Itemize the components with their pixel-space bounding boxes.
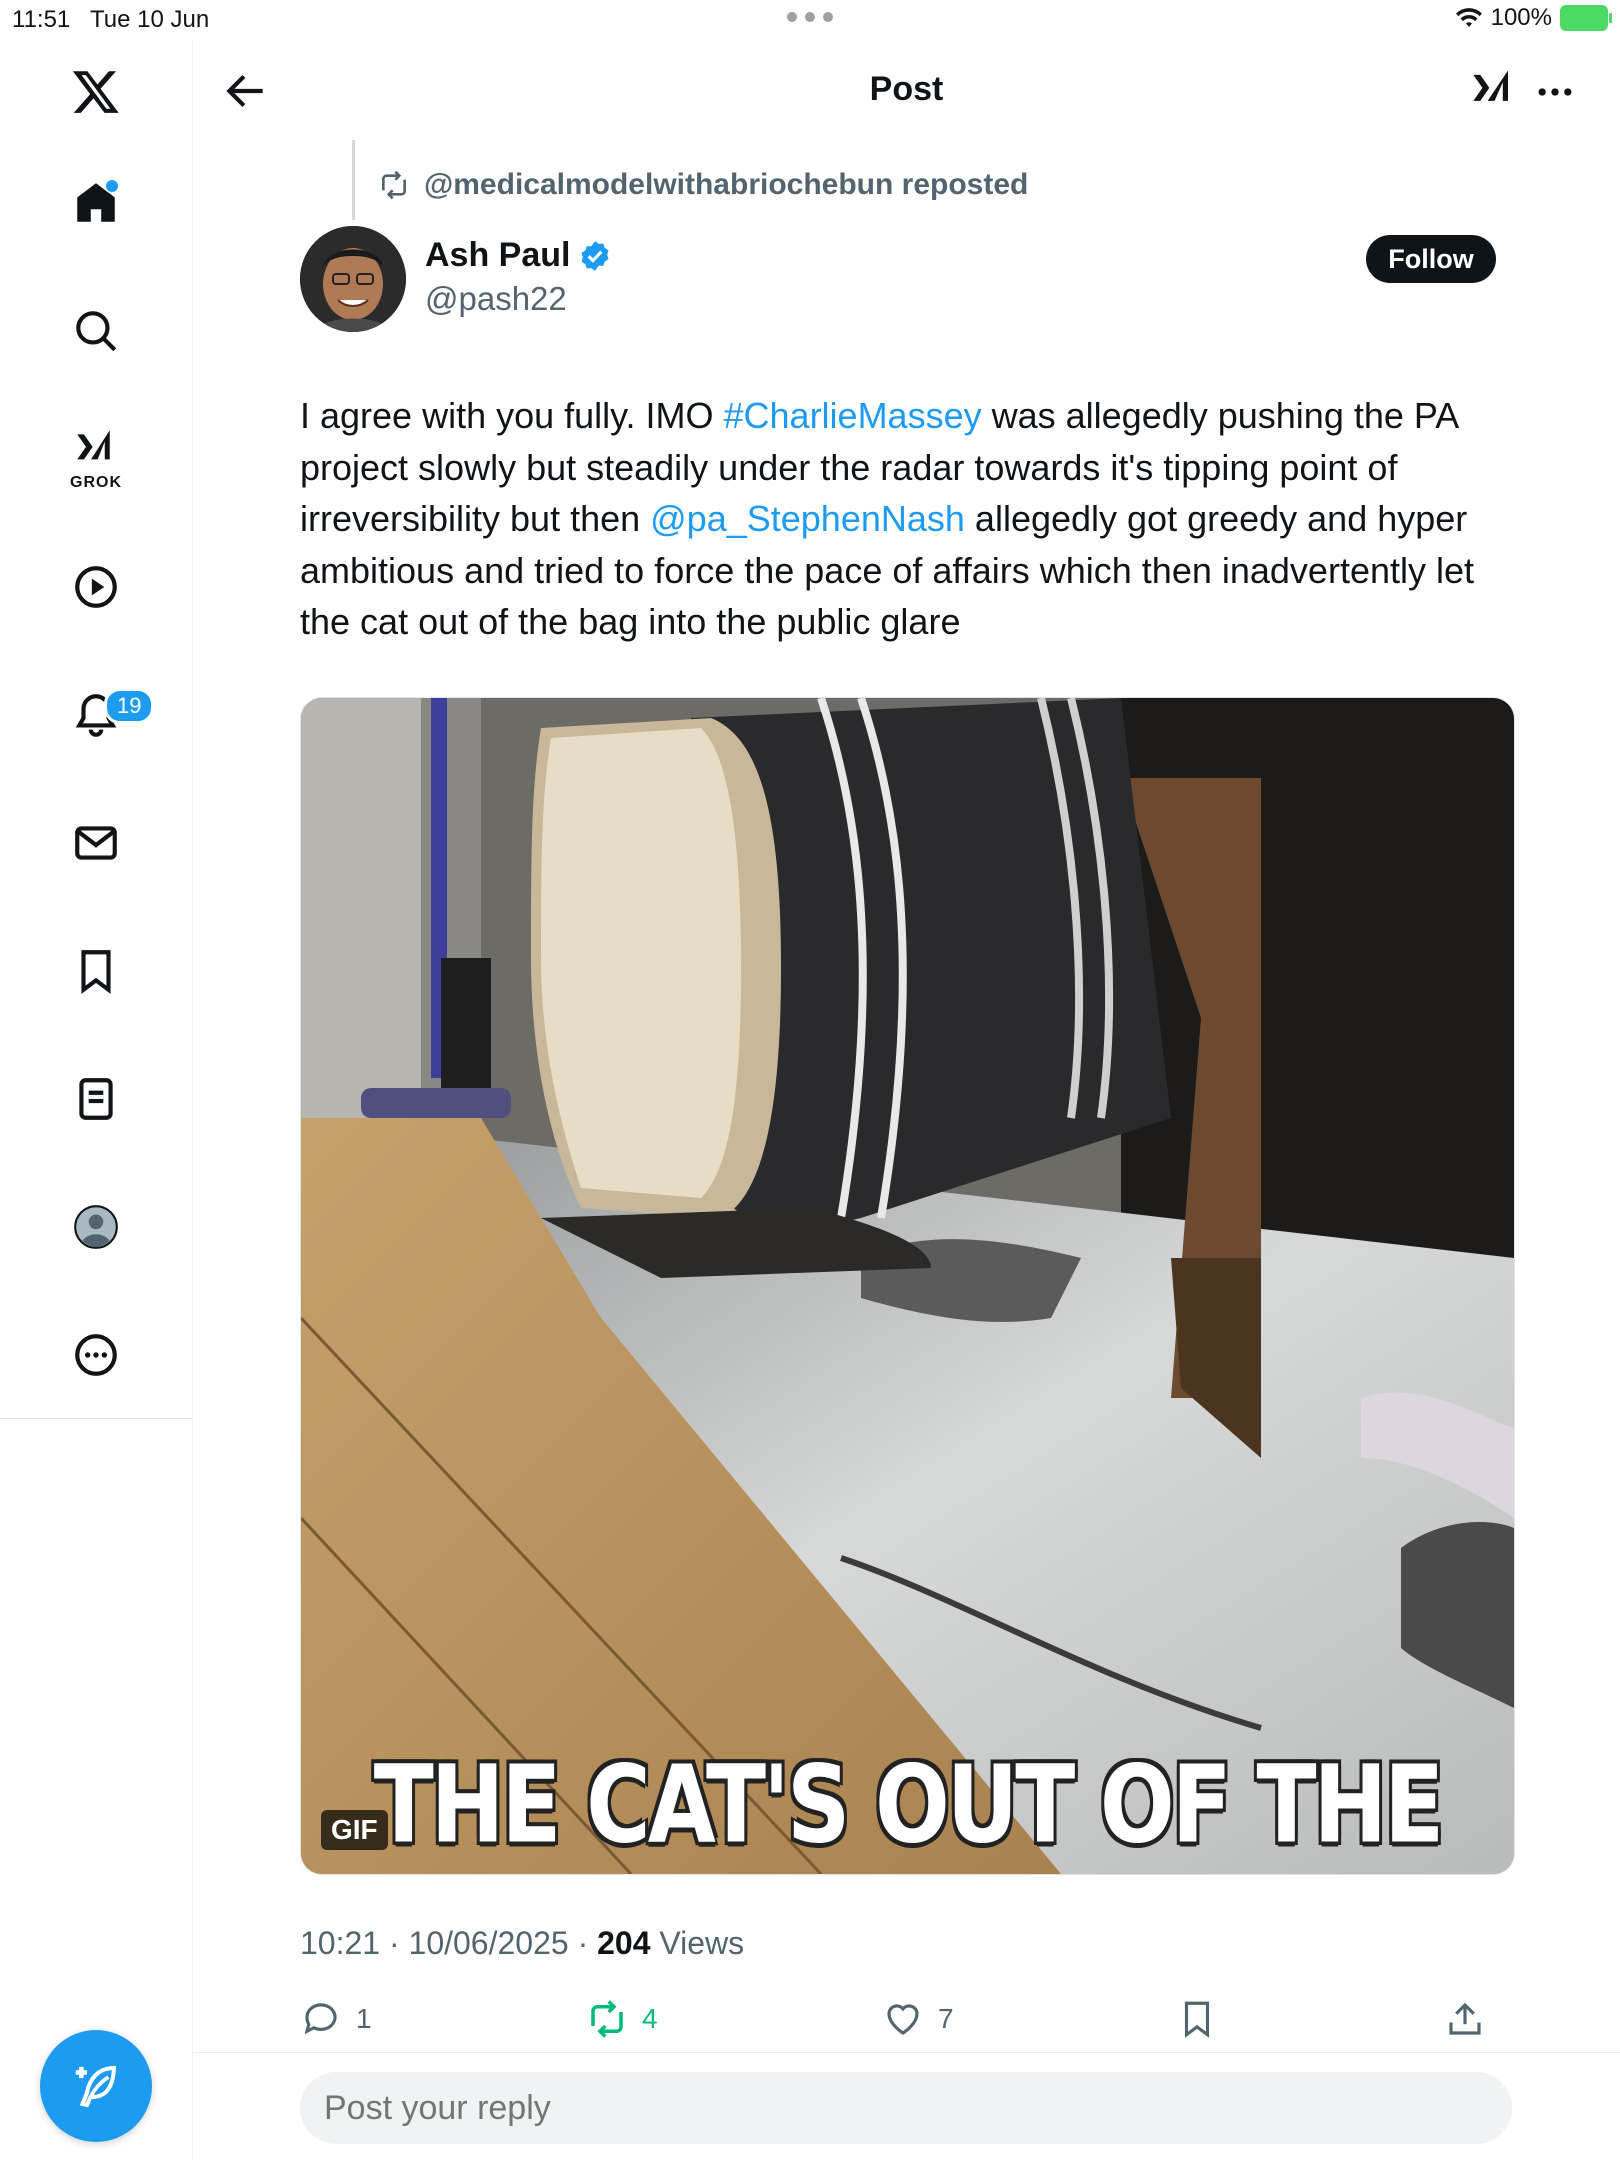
play-icon — [75, 566, 117, 608]
notifications-badge: 19 — [104, 688, 155, 724]
page-title: Post — [869, 70, 944, 108]
heart-icon — [887, 2004, 919, 2035]
grok-icon — [77, 430, 110, 460]
reply-icon — [304, 2003, 337, 2035]
reply-button[interactable]: 1 — [300, 1998, 372, 2040]
post-text: I agree with you fully. IMO #CharlieMass… — [300, 390, 1520, 648]
post-header: Post — [193, 40, 1620, 140]
post-gif[interactable]: THE CAT'S OUT OF THE BAG GIF — [300, 697, 1515, 1875]
meta-separator: · — [388, 1925, 400, 1961]
search-icon — [76, 311, 117, 352]
sidebar-item-bookmarks[interactable] — [0, 926, 192, 1016]
author-handle[interactable]: @pash22 — [425, 280, 567, 318]
author-name-row[interactable]: Ash Paul — [425, 236, 612, 275]
profile-icon — [74, 1205, 118, 1249]
views-label: Views — [659, 1925, 745, 1961]
sidebar-item-notifications[interactable]: 19 — [0, 670, 192, 760]
compose-icon — [75, 2065, 117, 2108]
share-button[interactable] — [1444, 1998, 1486, 2040]
repost-button[interactable]: 4 — [586, 1998, 658, 2040]
battery-percent: 100% — [1490, 4, 1552, 31]
bookmark-icon — [1184, 2001, 1210, 2038]
meta-separator: · — [577, 1925, 589, 1961]
like-count: 7 — [938, 2003, 954, 2034]
avatar[interactable] — [300, 226, 406, 332]
status-time: 11:51 — [12, 6, 71, 33]
repost-indicator[interactable]: @medicalmodelwithabriochebun reposted — [378, 168, 1028, 202]
author-name[interactable]: Ash Paul — [425, 236, 570, 275]
post-text-part: I agree with you fully. IMO — [300, 395, 724, 436]
home-unread-dot — [106, 180, 118, 192]
compose-button[interactable] — [40, 2030, 152, 2142]
follow-button[interactable]: Follow — [1366, 235, 1496, 283]
grok-icon[interactable] — [1469, 64, 1521, 116]
mention-link[interactable]: @pa_StephenNash — [650, 498, 965, 539]
list-icon — [79, 1078, 113, 1120]
sidebar-item-messages[interactable] — [0, 798, 192, 888]
repost-label: @medicalmodelwithabriochebun reposted — [424, 168, 1029, 201]
grok-label: GROK — [70, 474, 122, 491]
mail-icon — [75, 826, 117, 860]
sidebar-divider — [0, 1418, 192, 1419]
post-meta: 10:21 · 10/06/2025 · 204 Views — [300, 1925, 744, 1962]
like-button[interactable]: 7 — [882, 1998, 954, 2040]
more-icon — [75, 1334, 117, 1376]
battery-icon — [1560, 5, 1612, 31]
post-date[interactable]: 10/06/2025 — [409, 1925, 569, 1961]
sidebar-item-more[interactable] — [0, 1310, 192, 1400]
status-date: Tue 10 Jun — [90, 6, 210, 33]
sidebar-item-explore[interactable] — [0, 286, 192, 376]
views-count: 204 — [597, 1925, 651, 1961]
gif-caption: THE CAT'S OUT OF THE BAG — [373, 1741, 1445, 1874]
thread-line — [352, 140, 355, 220]
sidebar-item-home[interactable] — [0, 158, 192, 248]
reply-count: 1 — [356, 2003, 372, 2034]
repost-icon — [591, 2000, 623, 2038]
sidebar-item-videos[interactable] — [0, 542, 192, 632]
wifi-icon — [1455, 8, 1482, 27]
sidebar-item-grok[interactable]: GROK — [0, 414, 192, 504]
hashtag-link[interactable]: #CharlieMassey — [724, 395, 982, 436]
reply-input[interactable] — [300, 2072, 1512, 2144]
more-options-icon[interactable] — [1533, 70, 1577, 114]
sidebar: GROK 19 — [0, 40, 193, 2160]
verified-badge-icon — [582, 240, 609, 271]
sidebar-item-profile[interactable] — [0, 1182, 192, 1272]
sidebar-item-lists[interactable] — [0, 1054, 192, 1144]
actions-divider — [193, 2052, 1620, 2053]
post-time[interactable]: 10:21 — [300, 1925, 380, 1961]
bookmark-button[interactable] — [1176, 1998, 1218, 2040]
status-bar: 11:51 Tue 10 Jun 100% — [0, 0, 1620, 40]
post-actions: 1 4 7 — [300, 1998, 1486, 2048]
multitasking-dots[interactable] — [787, 12, 833, 24]
repost-count: 4 — [642, 2003, 658, 2034]
gif-badge: GIF — [321, 1810, 388, 1850]
bookmark-icon — [81, 950, 111, 994]
share-icon — [1449, 2002, 1481, 2035]
repost-icon — [382, 170, 406, 200]
x-logo-icon[interactable] — [0, 46, 192, 136]
